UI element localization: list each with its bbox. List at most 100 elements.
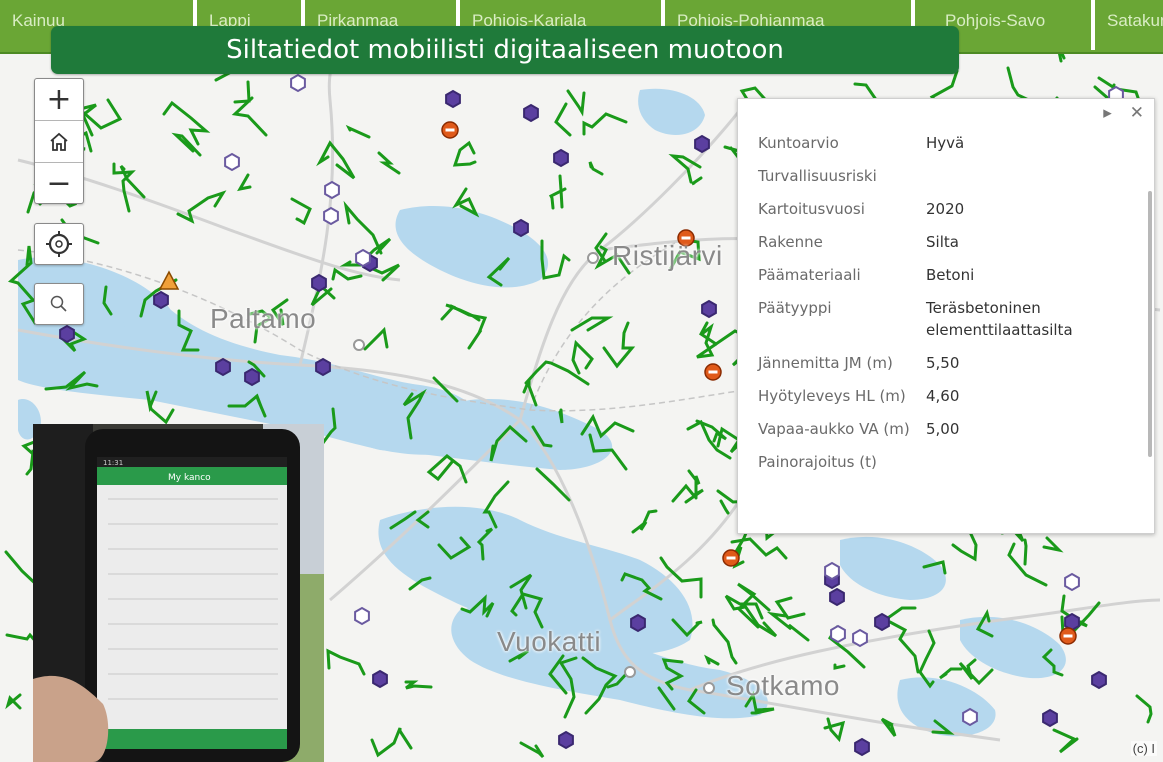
bridge-marker[interactable]	[830, 624, 846, 644]
popup-field-row: Päämateriaali Betoni	[758, 264, 1138, 286]
field-label: Kuntoarvio	[758, 134, 839, 152]
bridge-marker[interactable]	[1042, 708, 1058, 728]
close-icon[interactable]: ✕	[1130, 103, 1144, 123]
field-value: Betoni	[926, 266, 975, 284]
locate-button[interactable]	[34, 223, 84, 265]
river-line	[558, 408, 564, 424]
bridge-marker[interactable]	[59, 324, 75, 344]
bridge-marker[interactable]	[224, 152, 240, 172]
home-icon	[50, 132, 68, 151]
river-line	[888, 620, 920, 674]
bridge-marker[interactable]	[215, 357, 231, 377]
phone-app-title: My kanco	[168, 473, 211, 483]
field-label: Jännemitta JM (m)	[758, 354, 893, 372]
river-line	[571, 339, 594, 375]
river-line	[602, 321, 636, 369]
river-line	[370, 727, 413, 758]
river-line	[440, 303, 481, 322]
bridge-marker[interactable]	[290, 73, 306, 93]
search-button[interactable]	[34, 283, 84, 325]
bridge-marker[interactable]	[829, 587, 845, 607]
bridge-marker[interactable]	[311, 273, 327, 293]
bridge-marker[interactable]	[630, 613, 646, 633]
river-line	[711, 618, 738, 665]
field-value: 2020	[926, 200, 965, 218]
river-line	[363, 326, 389, 351]
field-label: Kartoitusvuosi	[758, 200, 865, 218]
closed-bridge-bar	[445, 128, 455, 132]
river-line	[951, 530, 978, 562]
river-line	[833, 663, 846, 670]
map-credit: (c) I	[1130, 741, 1157, 756]
zoom-out-button[interactable]: −	[35, 163, 83, 204]
bridge-marker[interactable]	[324, 180, 340, 200]
river-line	[1007, 542, 1048, 587]
field-value: Teräsbetoninen elementtilaattasilta	[926, 299, 1073, 339]
bridge-marker[interactable]	[513, 218, 529, 238]
river-line	[176, 190, 227, 224]
river-line	[82, 98, 123, 130]
bridge-marker[interactable]	[372, 669, 388, 689]
popup-scrollbar[interactable]	[1148, 191, 1152, 457]
bridge-marker[interactable]	[1064, 572, 1080, 592]
river-line	[582, 112, 628, 136]
bridge-marker[interactable]	[323, 206, 339, 226]
bridge-marker[interactable]	[355, 248, 371, 268]
home-button[interactable]	[35, 121, 83, 163]
bridge-marker[interactable]	[244, 367, 260, 387]
popup-field-row: Kartoitusvuosi 2020	[758, 198, 1138, 220]
river-line	[519, 741, 545, 759]
place-label: Paltamo	[210, 303, 317, 334]
bridge-marker[interactable]	[445, 89, 461, 109]
popup-fields: Kuntoarvio Hyvä Turvallisuusriski Kartoitus…	[758, 132, 1138, 484]
field-label: Turvallisuusriski	[758, 167, 877, 185]
popup-field-row: Rakenne Silta	[758, 231, 1138, 253]
bridge-marker[interactable]	[153, 290, 169, 310]
bridge-marker[interactable]	[854, 737, 870, 757]
field-label: Päätyyppi	[758, 299, 832, 317]
field-label: Hyötyleveys HL (m)	[758, 387, 906, 405]
popup-field-row: Painorajoitus (t)	[758, 451, 1138, 473]
popup-field-row: Jännemitta JM (m) 5,50	[758, 352, 1138, 374]
bridge-marker[interactable]	[558, 730, 574, 750]
popup-field-row: Vapaa-aukko VA (m) 5,00	[758, 418, 1138, 440]
popup-field-row: Hyötyleveys HL (m) 4,60	[758, 385, 1138, 407]
zoom-controls: + −	[34, 78, 84, 204]
bridge-marker[interactable]	[962, 707, 978, 727]
river-line	[570, 316, 614, 332]
search-icon	[50, 295, 67, 312]
field-value: Hyvä	[926, 134, 965, 152]
bridge-marker[interactable]	[874, 612, 890, 632]
phone-photo: 11:31 My kanco	[33, 424, 324, 762]
expand-icon[interactable]: ▸	[1103, 103, 1112, 123]
bridge-marker[interactable]	[553, 148, 569, 168]
field-value: 5,50	[926, 354, 960, 372]
river-line	[345, 124, 371, 139]
river-line	[704, 654, 720, 666]
river-line	[1135, 694, 1153, 724]
river-line	[558, 174, 564, 209]
place-label: Ristijärvi	[612, 240, 723, 271]
bridge-marker[interactable]	[523, 103, 539, 123]
field-label: Vapaa-aukko VA (m)	[758, 420, 910, 438]
river-line	[588, 161, 604, 176]
river-line	[290, 197, 312, 226]
field-value: Silta	[926, 233, 959, 251]
bridge-marker[interactable]	[315, 357, 331, 377]
tab-satakunta[interactable]: Satakunta	[1095, 0, 1163, 50]
town-marker	[353, 339, 365, 351]
bridge-marker[interactable]	[694, 134, 710, 154]
popup-field-row: Päätyyppi Teräsbetoninen elementtilaattas…	[758, 297, 1138, 341]
field-label: Rakenne	[758, 233, 823, 251]
banner-title: Siltatiedot mobiilisti digitaaliseen muo…	[51, 26, 959, 74]
bridge-marker[interactable]	[824, 561, 840, 581]
bridge-marker[interactable]	[852, 628, 868, 648]
feature-popup: ▸ ✕ Kuntoarvio Hyvä Turvallisuusriski Karto…	[737, 98, 1155, 534]
bridge-marker[interactable]	[701, 299, 717, 319]
zoom-in-button[interactable]: +	[35, 79, 83, 121]
bridge-marker[interactable]	[354, 606, 370, 626]
river-line	[566, 89, 586, 117]
river-line	[452, 140, 477, 167]
river-line	[1023, 538, 1028, 566]
bridge-marker[interactable]	[1091, 670, 1107, 690]
